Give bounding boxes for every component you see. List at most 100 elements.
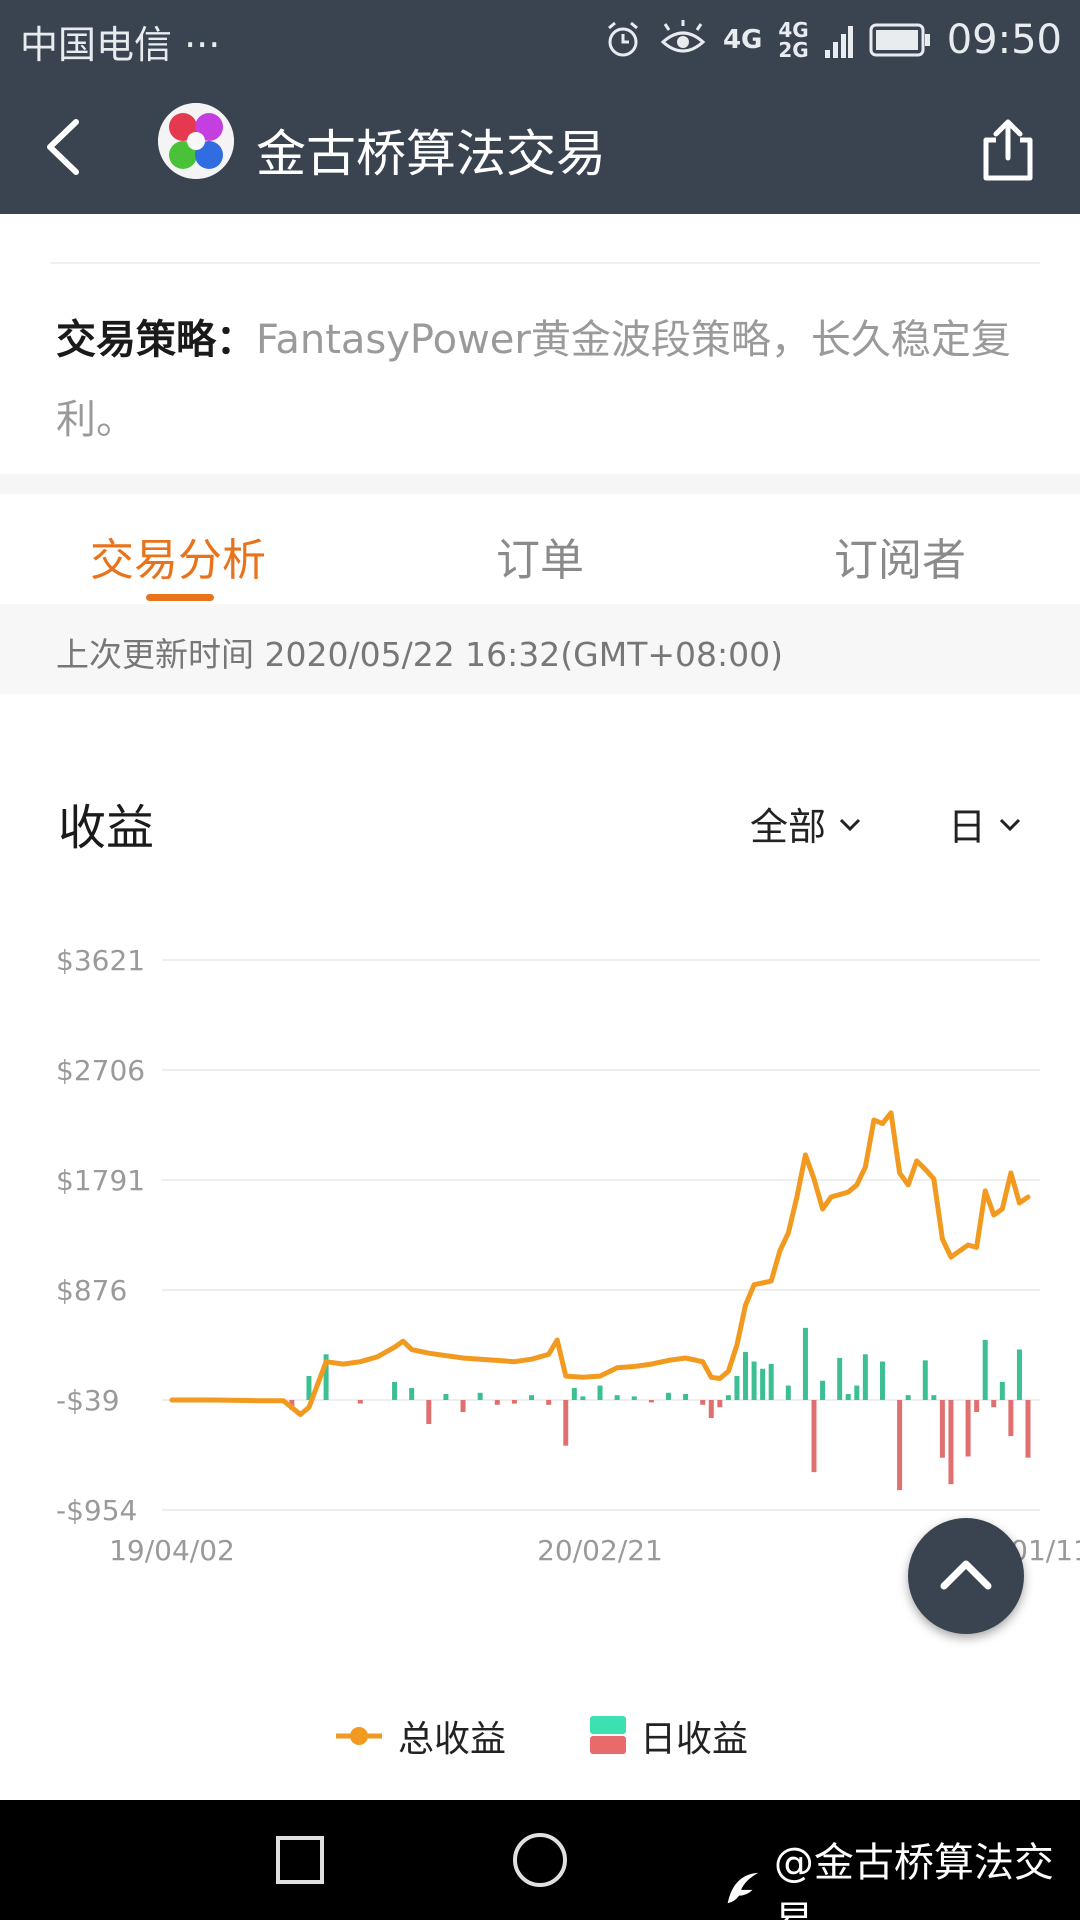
daily-profit-bar xyxy=(708,1400,714,1419)
daily-profit-bar xyxy=(939,1400,945,1458)
daily-profit-bar xyxy=(768,1363,774,1400)
alarm-icon xyxy=(607,21,638,57)
daily-profit-bar xyxy=(879,1361,885,1400)
daily-profit-bar xyxy=(897,1400,903,1491)
daily-profit-bar xyxy=(1025,1400,1031,1458)
daily-profit-bar xyxy=(854,1385,860,1400)
daily-profit-bar xyxy=(546,1400,552,1405)
daily-profit-bar xyxy=(426,1400,432,1425)
status-bar: 中国电信 ··· 4G 4G 2G 09:50 xyxy=(0,0,1080,80)
daily-profit-bar xyxy=(734,1375,740,1400)
total-profit-series-line xyxy=(169,1110,1031,1417)
share-icon[interactable] xyxy=(978,116,1038,182)
total-profit-line xyxy=(169,1110,1031,1417)
eye-icon xyxy=(660,20,706,53)
section-separator xyxy=(0,474,1080,494)
chart-title: 收益 xyxy=(58,800,155,856)
battery-icon xyxy=(869,23,930,57)
daily-profit-bar xyxy=(948,1400,954,1485)
daily-profit-bar xyxy=(974,1400,980,1413)
chart-ticks: $3621 $2706 $1791 $876 -$39 -$954 19/04/02 20/0… xyxy=(56,944,1080,1567)
daily-profit-bar xyxy=(837,1357,843,1400)
watermark: @金古桥算法交易 xyxy=(720,1830,1080,1920)
daily-profit-bar xyxy=(1008,1400,1014,1437)
daily-profit-bar xyxy=(820,1380,826,1400)
daily-profit-bar xyxy=(802,1327,808,1400)
daily-profit-bar xyxy=(760,1368,766,1400)
daily-profit-bar xyxy=(580,1396,586,1400)
status-icons: 4G 4G 2G 09:50 xyxy=(603,10,1062,70)
last-updated-bar: 上次更新时间 2020/05/22 16:32(GMT+08:00) xyxy=(0,604,1080,694)
daily-profit-bar xyxy=(460,1400,466,1413)
y-tick-label: $876 xyxy=(56,1274,127,1307)
legend-daily-label: 日收益 xyxy=(640,1719,749,1760)
daily-profit-bar xyxy=(982,1339,988,1400)
daily-profit-bar xyxy=(811,1400,817,1473)
recent-apps-icon[interactable] xyxy=(270,1830,330,1890)
period-dropdown[interactable]: 日 xyxy=(948,796,1024,851)
daily-profit-bar xyxy=(614,1395,620,1400)
legend-daily: 日收益 xyxy=(590,1710,748,1762)
daily-profit-bar xyxy=(965,1400,971,1457)
daily-profit-bar xyxy=(357,1400,363,1404)
daily-profit-bars xyxy=(289,1327,1031,1491)
system-nav-bar: @金古桥算法交易 xyxy=(0,1800,1080,1920)
daily-profit-bar xyxy=(597,1385,603,1400)
daily-profit-bar xyxy=(931,1395,937,1400)
range-dropdown-value: 全部 xyxy=(750,805,827,849)
app-bar: 金古桥算法交易 xyxy=(0,80,1080,214)
legend-total: 总收益 xyxy=(334,1710,506,1762)
daily-profit-bar xyxy=(631,1396,637,1400)
x-tick-label: 20/02/21 xyxy=(537,1534,663,1567)
chevron-down-icon xyxy=(999,818,1021,831)
line-marker-icon xyxy=(336,1727,382,1745)
watermark-logo-icon xyxy=(727,1872,759,1904)
daily-profit-bar xyxy=(443,1393,449,1400)
y-tick-label: $2706 xyxy=(56,1054,145,1087)
back-arrow-icon[interactable] xyxy=(36,110,106,184)
daily-profit-bar xyxy=(991,1400,997,1408)
daily-profit-bar xyxy=(648,1400,654,1403)
daily-profit-bar xyxy=(717,1400,723,1408)
x-tick-label: 19/04/02 xyxy=(109,1534,235,1567)
chart-grid xyxy=(162,959,1040,1511)
watermark-text: @金古桥算法交易 xyxy=(773,1840,1054,1920)
daily-profit-bar xyxy=(511,1400,517,1404)
daily-profit-bar xyxy=(392,1381,398,1400)
y-tick-label: $3621 xyxy=(56,944,145,977)
strategy-label: 交易策略： xyxy=(56,317,256,363)
scroll-to-top-button[interactable] xyxy=(908,1518,1024,1634)
clock: 09:50 xyxy=(946,17,1062,63)
app-title: 金古桥算法交易 xyxy=(256,125,606,183)
app-logo xyxy=(158,103,234,179)
daily-profit-bar xyxy=(999,1381,1005,1400)
active-tab-indicator xyxy=(146,594,214,601)
daily-profit-bar xyxy=(529,1395,535,1400)
daily-profit-bar xyxy=(563,1400,569,1446)
daily-profit-bar xyxy=(494,1400,500,1405)
y-tick-label: -$39 xyxy=(56,1384,120,1417)
daily-profit-bar xyxy=(743,1351,749,1400)
daily-profit-bar xyxy=(905,1395,911,1400)
legend-total-label: 总收益 xyxy=(398,1719,507,1760)
network-4g-label: 4G xyxy=(722,25,763,55)
tab-bar: 交易分析 订单 订阅者 xyxy=(0,494,1080,604)
tab-orders[interactable]: 订单 xyxy=(496,524,584,588)
daily-profit-bar xyxy=(477,1392,483,1400)
daily-profit-bar xyxy=(751,1361,757,1400)
daily-profit-bar xyxy=(665,1392,671,1400)
network-stack-bottom: 2G xyxy=(778,38,809,62)
last-updated-text: 上次更新时间 2020/05/22 16:32(GMT+08:00) xyxy=(56,635,783,674)
network-stack-top: 4G xyxy=(778,18,809,42)
tab-trade-analysis[interactable]: 交易分析 xyxy=(90,524,266,588)
period-dropdown-value: 日 xyxy=(948,805,987,849)
daily-profit-bar xyxy=(922,1360,928,1400)
range-dropdown[interactable]: 全部 xyxy=(750,796,864,851)
daily-profit-bar xyxy=(1016,1349,1022,1400)
carrier-name: 中国电信 ··· xyxy=(20,23,221,67)
home-icon[interactable] xyxy=(510,1830,570,1890)
screen: 中国电信 ··· 4G 4G 2G 09:50 金古桥算法交易 交易策略：Fan… xyxy=(0,0,1080,1920)
daily-profit-bar xyxy=(845,1393,851,1400)
tab-subscribers[interactable]: 订阅者 xyxy=(834,524,966,588)
daily-profit-bar xyxy=(700,1400,706,1405)
